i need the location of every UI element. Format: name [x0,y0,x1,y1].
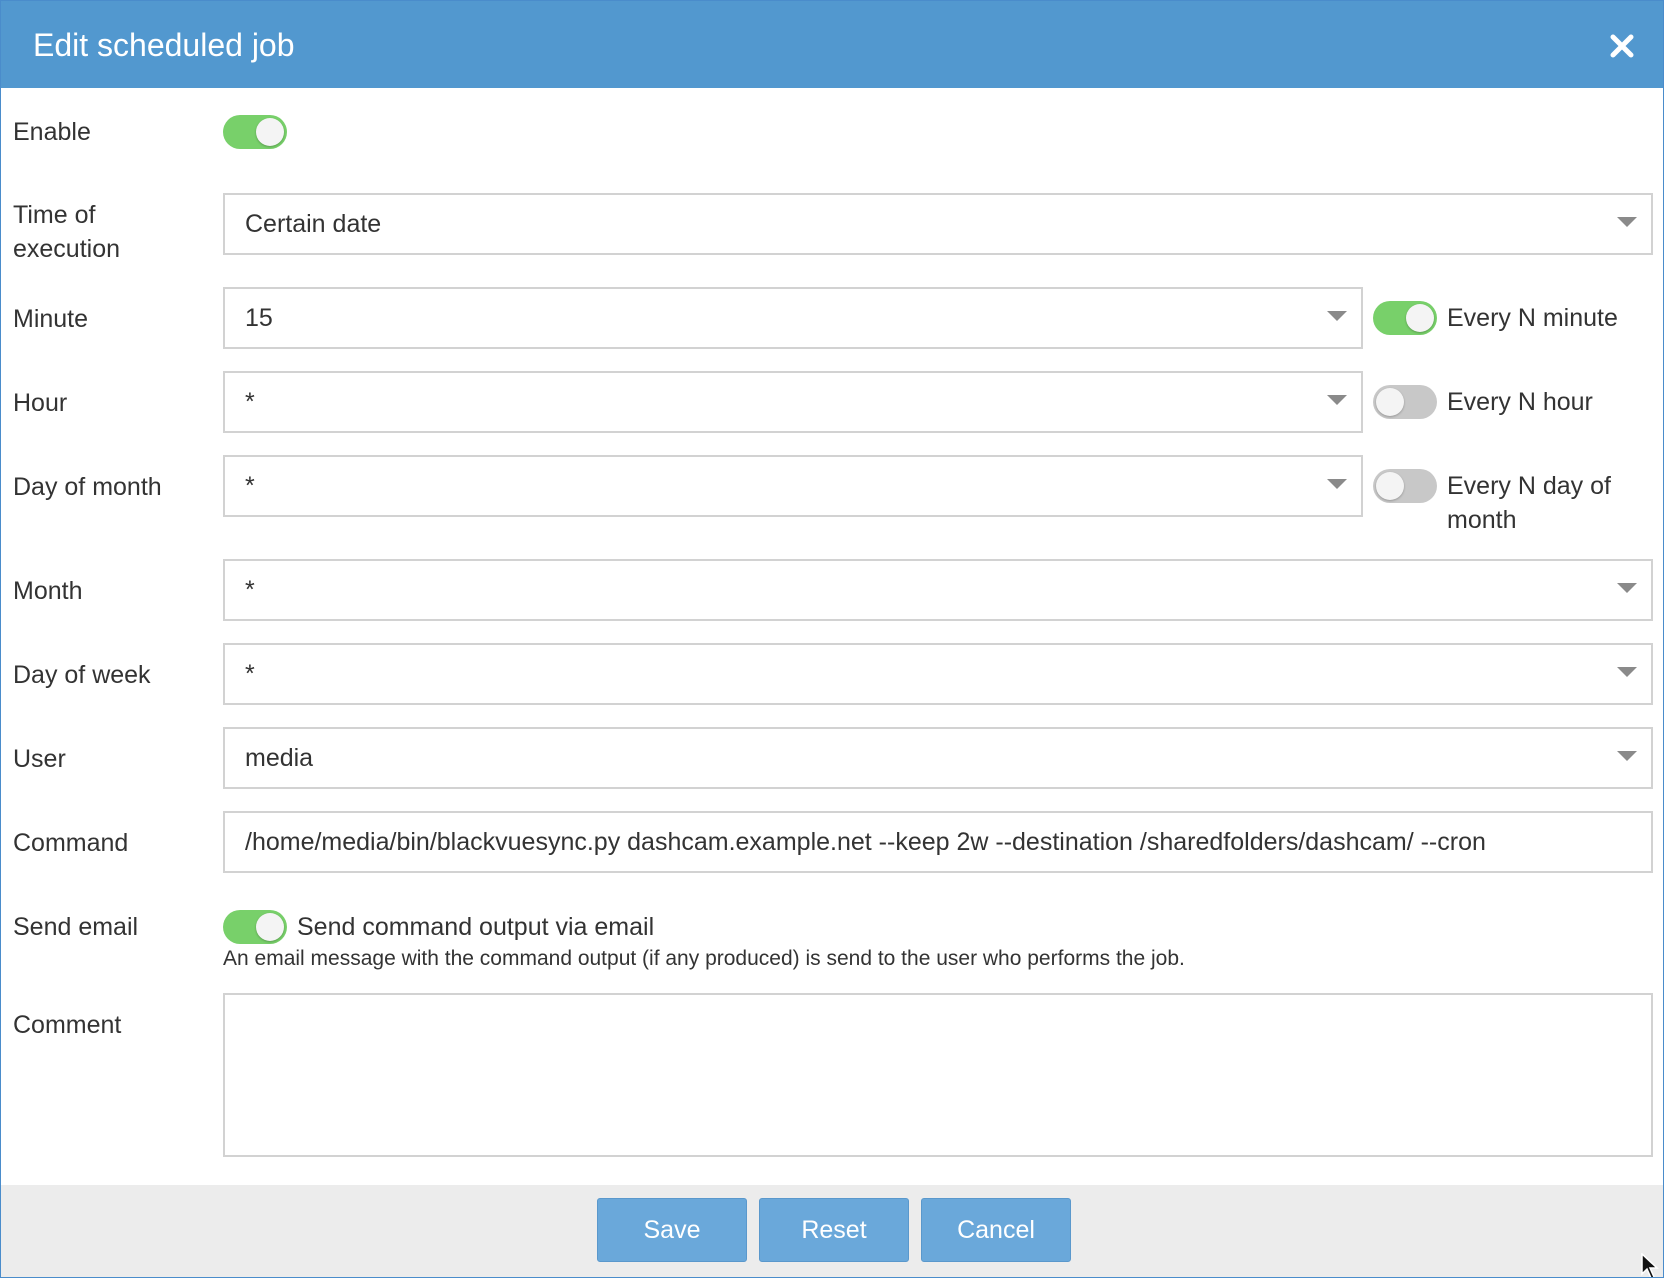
dialog-titlebar: Edit scheduled job [1,1,1663,88]
chevron-down-icon [1617,667,1637,677]
day-of-month-select[interactable]: * [223,455,1363,517]
send-email-label: Send email [13,913,139,941]
send-email-help-text: An email message with the command output… [223,947,1185,970]
dialog-footer: Save Reset Cancel [1,1185,1663,1277]
toggle-knob [256,118,284,146]
save-button[interactable]: Save [597,1198,747,1262]
comment-textarea[interactable] [223,993,1653,1157]
command-label: Command [13,829,129,857]
hour-value: * [245,388,255,416]
send-email-toggle-label: Send command output via email [297,913,655,941]
every-n-minute-label: Every N minute [1447,304,1618,332]
reset-button[interactable]: Reset [759,1198,909,1262]
mouse-cursor-icon [1641,1252,1663,1277]
minute-value: 15 [245,304,273,332]
every-n-hour-toggle[interactable] [1373,385,1437,419]
time-of-execution-select[interactable]: Certain date [223,193,1653,255]
edit-scheduled-job-dialog: Edit scheduled job Enable Time of execut… [0,0,1664,1278]
chevron-down-icon [1617,583,1637,593]
hour-select[interactable]: * [223,371,1363,433]
chevron-down-icon [1327,395,1347,405]
minute-label: Minute [13,305,89,333]
time-of-execution-label: Time of execution [13,201,121,263]
chevron-down-icon [1327,479,1347,489]
enable-toggle[interactable] [223,115,287,149]
every-n-day-of-month-toggle[interactable] [1373,469,1437,503]
time-of-execution-value: Certain date [245,210,382,238]
dialog-title: Edit scheduled job [33,27,295,63]
cancel-button[interactable]: Cancel [921,1198,1071,1262]
day-of-month-value: * [245,472,255,500]
toggle-knob [256,913,284,941]
toggle-knob [1406,304,1434,332]
toggle-knob [1376,388,1404,416]
comment-label: Comment [13,1011,122,1039]
user-label: User [13,745,66,773]
month-label: Month [13,577,83,605]
enable-label: Enable [13,118,91,146]
day-of-week-value: * [245,660,255,688]
command-input[interactable]: /home/media/bin/blackvuesync.py dashcam.… [223,811,1653,873]
day-of-month-label: Day of month [13,473,162,501]
close-icon[interactable] [1605,29,1639,63]
month-select[interactable]: * [223,559,1653,621]
send-email-toggle[interactable] [223,910,287,944]
chevron-down-icon [1327,311,1347,321]
user-select[interactable]: media [223,727,1653,789]
chevron-down-icon [1617,217,1637,227]
every-n-minute-toggle[interactable] [1373,301,1437,335]
minute-select[interactable]: 15 [223,287,1363,349]
day-of-week-label: Day of week [13,661,151,689]
every-n-day-of-month-label: Every N day of month [1447,472,1611,534]
chevron-down-icon [1617,751,1637,761]
user-value: media [245,744,314,772]
toggle-knob [1376,472,1404,500]
day-of-week-select[interactable]: * [223,643,1653,705]
month-value: * [245,576,255,604]
every-n-hour-label: Every N hour [1447,388,1593,416]
hour-label: Hour [13,389,68,417]
command-value: /home/media/bin/blackvuesync.py dashcam.… [245,828,1486,856]
